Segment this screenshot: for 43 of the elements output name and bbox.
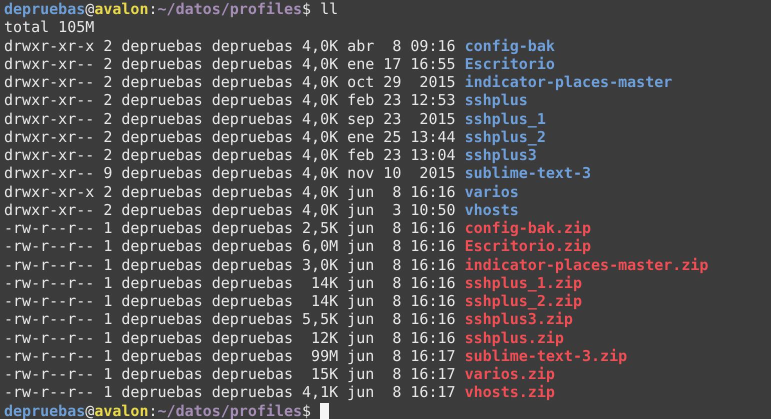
- file-name: indicator-places-master.zip: [464, 256, 708, 274]
- file-info: -rw-r--r-- 1 depruebas depruebas 2,5K jun 8 16:16: [4, 219, 457, 238]
- file-info: drwxr-xr-- 2 depruebas depruebas 4,0K jun 3 10:50: [4, 200, 457, 219]
- file-info: drwxr-xr-- 2 depruebas depruebas 4,0K feb 23 13:04: [4, 146, 457, 164]
- file-name: sublime-text-3.zip: [464, 346, 628, 365]
- file-info: drwxr-xr-- 2 depruebas depruebas 4,0K ene 17 16:55: [4, 54, 457, 73]
- file-name: sublime-text-3: [464, 164, 592, 182]
- file-name: Escritorio: [464, 54, 555, 73]
- file-info: -rw-r--r-- 1 depruebas depruebas 4,1K jun 8 16:17: [4, 383, 457, 402]
- file-info: -rw-r--r-- 1 depruebas depruebas 6,0M jun 8 16:16: [4, 237, 457, 256]
- file-name: varios.zip: [464, 365, 555, 384]
- file-name: indicator-places-master: [464, 73, 672, 92]
- file-name: config-bak.zip: [464, 219, 592, 238]
- file-name: sshplus_1.zip: [464, 274, 582, 292]
- file-info: -rw-r--r-- 1 depruebas depruebas 14K jun 8 16:16: [4, 274, 457, 292]
- file-name: varios: [464, 182, 519, 201]
- file-name: sshplus_2.zip: [464, 292, 582, 310]
- file-name: sshplus.zip: [464, 328, 564, 347]
- prompt-text: depruebas@avalon:~/datos/profiles$: [4, 402, 312, 419]
- file-name: sshplus: [464, 91, 528, 110]
- file-info: drwxr-xr-x 2 depruebas depruebas 4,0K jun 8 16:16: [4, 182, 457, 201]
- file-info: drwxr-xr-- 2 depruebas depruebas 4,0K sep 23 2015: [4, 110, 457, 128]
- output-text: total 105M: [4, 18, 94, 36]
- file-info: -rw-r--r-- 1 depruebas depruebas 15K jun 8 16:17: [4, 365, 457, 384]
- file-name: sshplus_1: [464, 110, 546, 128]
- file-name: config-bak: [464, 36, 555, 55]
- file-info: -rw-r--r-- 1 depruebas depruebas 99M jun 8 16:17: [4, 346, 457, 365]
- file-name: vhosts.zip: [464, 383, 555, 402]
- file-info: -rw-r--r-- 1 depruebas depruebas 5,5K jun 8 16:16: [4, 310, 457, 328]
- file-info: -rw-r--r-- 1 depruebas depruebas 12K jun 8 16:16: [4, 328, 457, 347]
- file-info: drwxr-xr-- 2 depruebas depruebas 4,0K ene 25 13:44: [4, 128, 457, 146]
- file-info: drwxr-xr-- 2 depruebas depruebas 4,0K oct 29 2015: [4, 73, 457, 92]
- file-info: drwxr-xr-- 9 depruebas depruebas 4,0K nov 10 2015: [4, 164, 457, 182]
- file-info: -rw-r--r-- 1 depruebas depruebas 14K jun 8 16:16: [4, 292, 457, 310]
- file-name: vhosts: [464, 200, 519, 219]
- file-name: sshplus3.zip: [464, 310, 573, 328]
- file-info: drwxr-xr-- 2 depruebas depruebas 4,0K feb 23 12:53: [4, 91, 457, 110]
- file-info: drwxr-xr-x 2 depruebas depruebas 4,0K abr 8 09:16: [4, 36, 457, 55]
- file-info: -rw-r--r-- 1 depruebas depruebas 3,0K jun 8 16:16: [4, 256, 457, 274]
- file-name: sshplus_2: [464, 128, 546, 146]
- file-name: Escritorio.zip: [464, 237, 592, 256]
- file-name: sshplus3: [464, 146, 537, 164]
- prompt-text: depruebas@avalon:~/datos/profiles$ ll: [4, 0, 338, 18]
